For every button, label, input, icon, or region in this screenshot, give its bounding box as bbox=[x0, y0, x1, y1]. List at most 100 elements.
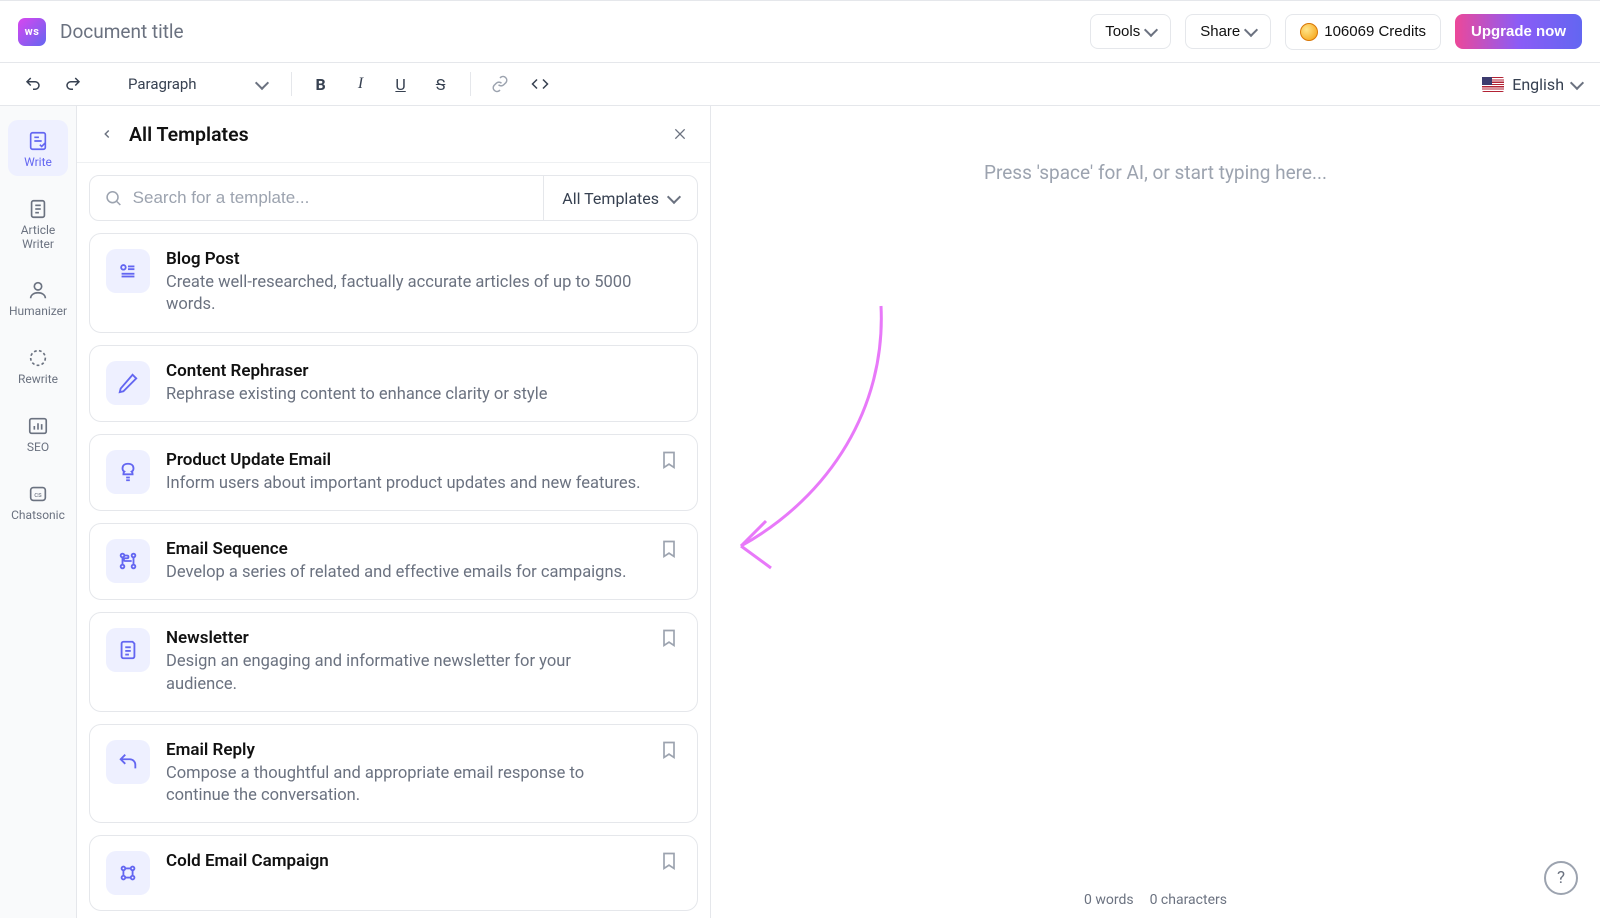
chevron-down-icon bbox=[1244, 23, 1258, 37]
template-card[interactable]: Email Sequence Develop a series of relat… bbox=[89, 523, 698, 600]
template-name: Blog Post bbox=[166, 249, 681, 269]
left-sidebar: Write Article Writer Humanizer Rewrite S… bbox=[0, 106, 77, 918]
chevron-down-icon bbox=[667, 189, 681, 203]
code-button[interactable] bbox=[525, 69, 555, 99]
divider bbox=[470, 72, 471, 96]
italic-button[interactable]: I bbox=[346, 69, 376, 99]
template-desc: Develop a series of related and effectiv… bbox=[166, 562, 643, 584]
template-icon bbox=[106, 740, 150, 784]
template-name: Product Update Email bbox=[166, 450, 643, 470]
sidebar-item-humanizer[interactable]: Humanizer bbox=[8, 269, 68, 325]
document-title[interactable]: Document title bbox=[60, 20, 184, 43]
sidebar-item-seo[interactable]: SEO bbox=[8, 405, 68, 461]
template-card[interactable]: Content Rephraser Rephrase existing cont… bbox=[89, 345, 698, 422]
templates-header: All Templates bbox=[77, 106, 710, 163]
template-name: Email Sequence bbox=[166, 539, 643, 559]
template-name: Cold Email Campaign bbox=[166, 851, 643, 871]
link-button[interactable] bbox=[485, 69, 515, 99]
template-icon bbox=[106, 450, 150, 494]
template-card[interactable]: Cold Email Campaign bbox=[89, 835, 698, 911]
editor-placeholder: Press 'space' for AI, or start typing he… bbox=[711, 161, 1600, 184]
search-input[interactable] bbox=[133, 188, 530, 208]
sidebar-item-label: Chatsonic bbox=[11, 509, 65, 523]
templates-panel: All Templates All Templates Blog Post Cr… bbox=[77, 106, 711, 918]
chevron-down-icon bbox=[1144, 23, 1158, 37]
bookmark-button[interactable] bbox=[659, 628, 681, 650]
share-label: Share bbox=[1200, 23, 1240, 40]
template-card[interactable]: Newsletter Design an engaging and inform… bbox=[89, 612, 698, 712]
language-select[interactable]: English bbox=[1482, 75, 1582, 94]
credits-label: 106069 Credits bbox=[1324, 23, 1426, 40]
template-icon bbox=[106, 628, 150, 672]
back-button[interactable] bbox=[95, 122, 119, 146]
divider bbox=[291, 72, 292, 96]
chatsonic-icon: cs bbox=[26, 482, 50, 506]
template-icon bbox=[106, 851, 150, 895]
language-label: English bbox=[1512, 75, 1564, 94]
us-flag-icon bbox=[1482, 77, 1504, 92]
humanizer-icon bbox=[26, 278, 50, 302]
svg-text:cs: cs bbox=[34, 490, 42, 499]
sidebar-item-label: Humanizer bbox=[9, 305, 67, 319]
template-icon bbox=[106, 249, 150, 293]
upgrade-label: Upgrade now bbox=[1471, 23, 1566, 40]
word-count: 0 words bbox=[1084, 892, 1134, 908]
template-card[interactable]: Blog Post Create well-researched, factua… bbox=[89, 233, 698, 333]
template-card[interactable]: Product Update Email Inform users about … bbox=[89, 434, 698, 511]
block-format-select[interactable]: Paragraph bbox=[118, 71, 277, 97]
chevron-down-icon bbox=[254, 75, 268, 89]
close-button[interactable] bbox=[668, 122, 692, 146]
sidebar-item-chatsonic[interactable]: cs Chatsonic bbox=[8, 473, 68, 529]
template-icon bbox=[106, 361, 150, 405]
underline-button[interactable]: U bbox=[386, 69, 416, 99]
sidebar-item-article-writer[interactable]: Article Writer bbox=[8, 188, 68, 258]
template-list: Blog Post Create well-researched, factua… bbox=[77, 225, 710, 918]
sidebar-item-rewrite[interactable]: Rewrite bbox=[8, 337, 68, 393]
template-desc: Design an engaging and informative newsl… bbox=[166, 651, 643, 696]
template-name: Content Rephraser bbox=[166, 361, 681, 381]
template-search: All Templates bbox=[89, 175, 698, 221]
seo-icon bbox=[26, 414, 50, 438]
rewrite-icon bbox=[26, 346, 50, 370]
sidebar-item-label: Article Writer bbox=[8, 224, 68, 252]
tools-label: Tools bbox=[1105, 23, 1140, 40]
template-icon bbox=[106, 539, 150, 583]
template-name: Email Reply bbox=[166, 740, 643, 760]
template-card[interactable]: Email Reply Compose a thoughtful and app… bbox=[89, 724, 698, 824]
write-icon bbox=[26, 129, 50, 153]
char-count: 0 characters bbox=[1150, 892, 1227, 908]
tools-menu[interactable]: Tools bbox=[1090, 14, 1171, 49]
app-logo[interactable]: ws bbox=[18, 18, 46, 46]
template-desc: Rephrase existing content to enhance cla… bbox=[166, 384, 681, 406]
filter-label: All Templates bbox=[562, 189, 659, 208]
sidebar-item-label: Write bbox=[24, 156, 52, 170]
redo-button[interactable] bbox=[58, 69, 88, 99]
bookmark-button[interactable] bbox=[659, 539, 681, 561]
sidebar-item-write[interactable]: Write bbox=[8, 120, 68, 176]
help-button[interactable]: ? bbox=[1544, 861, 1578, 895]
credits-button[interactable]: 106069 Credits bbox=[1285, 14, 1441, 50]
template-desc: Compose a thoughtful and appropriate ema… bbox=[166, 763, 643, 808]
bookmark-button[interactable] bbox=[659, 450, 681, 472]
article-icon bbox=[26, 197, 50, 221]
strikethrough-button[interactable]: S bbox=[426, 69, 456, 99]
app-header: ws Document title Tools Share 106069 Cre… bbox=[0, 1, 1600, 63]
sidebar-item-label: Rewrite bbox=[18, 373, 58, 387]
bookmark-button[interactable] bbox=[659, 740, 681, 762]
template-desc: Inform users about important product upd… bbox=[166, 473, 643, 495]
bold-button[interactable]: B bbox=[306, 69, 336, 99]
editor-toolbar: Paragraph B I U S English bbox=[0, 63, 1600, 106]
chevron-down-icon bbox=[1570, 75, 1584, 89]
template-name: Newsletter bbox=[166, 628, 643, 648]
upgrade-button[interactable]: Upgrade now bbox=[1455, 14, 1582, 49]
arrow-annotation bbox=[711, 296, 911, 596]
format-label: Paragraph bbox=[128, 75, 197, 93]
search-icon bbox=[104, 188, 123, 208]
undo-button[interactable] bbox=[18, 69, 48, 99]
share-menu[interactable]: Share bbox=[1185, 14, 1271, 49]
template-filter[interactable]: All Templates bbox=[543, 176, 697, 220]
editor-area[interactable]: Press 'space' for AI, or start typing he… bbox=[711, 106, 1600, 918]
bookmark-button[interactable] bbox=[659, 851, 681, 873]
word-count-bar: 0 words 0 characters bbox=[711, 892, 1600, 908]
sidebar-item-label: SEO bbox=[27, 441, 49, 455]
